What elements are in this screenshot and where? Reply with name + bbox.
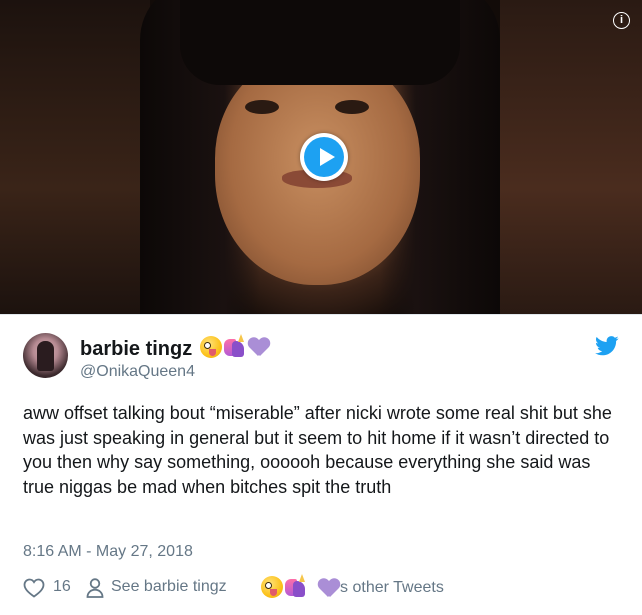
display-name[interactable]: barbie tingz [80,338,192,361]
play-triangle [320,148,335,166]
video-bangs [180,0,460,85]
purple-heart-emoji-icon [318,578,336,594]
see-other-tweets-prefix: See barbie tingz [111,578,227,595]
info-icon[interactable]: i [613,12,630,29]
video-background-left [0,0,150,314]
see-other-tweets-suffix: 's other Tweets [316,578,444,597]
tweet-timestamp[interactable]: 8:16 AM - May 27, 2018 [23,543,193,561]
person-icon [86,578,104,598]
avatar[interactable] [23,333,68,378]
unicorn-emoji-icon [285,574,305,598]
see-other-tweets-suffix-text: 's other Tweets [337,579,444,596]
play-button[interactable] [300,133,348,181]
play-icon [304,137,344,177]
video-background-right [500,0,642,314]
twitter-bird-icon[interactable] [595,336,619,356]
tweet-text: aww offset talking bout “miserable” afte… [23,403,612,497]
avatar-figure [37,341,54,371]
user-handle[interactable]: @OnikaQueen4 [80,363,195,381]
heart-outline-icon [23,578,45,598]
purple-heart-emoji-icon [248,337,270,357]
tweet-card: barbie tingz @OnikaQueen4 aww offset tal… [0,314,642,615]
video-eye-right [335,100,369,114]
unicorn-emoji-icon [224,334,246,358]
display-name-emojis [200,334,270,360]
zany-face-emoji-icon [261,576,283,598]
like-count: 16 [53,578,71,595]
video-eye-left [245,100,279,114]
video-thumbnail[interactable]: i [0,0,642,314]
zany-face-emoji-icon [200,336,222,358]
see-other-tweets-emojis [261,574,305,598]
